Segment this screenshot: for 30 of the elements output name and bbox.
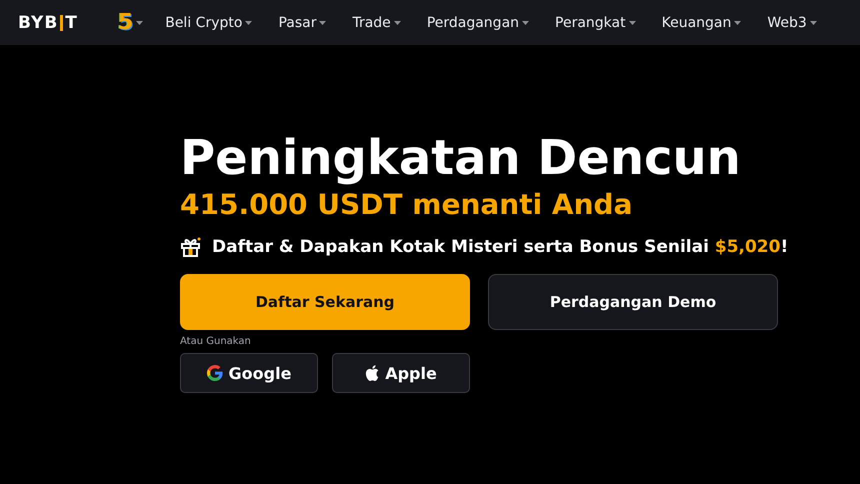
caret-icon [319,20,326,24]
alternative-login-label: Atau Gunakan [180,336,251,347]
logo-text: T [65,12,78,32]
nav-menu-item[interactable]: Pasar [278,14,326,30]
anniversary-badge[interactable]: 5 [118,10,134,35]
nav-menu-item[interactable]: Perdagangan [426,14,530,30]
logo-bar-icon [60,14,64,30]
caret-icon [394,20,401,24]
caret-icon [136,20,144,24]
demo-trading-button[interactable]: Perdagangan Demo [488,274,778,330]
caret-icon [734,20,742,24]
caret-icon [522,20,530,24]
register-button[interactable]: Daftar Sekarang [180,274,470,330]
google-login-button[interactable]: Google [180,353,318,393]
nav-menu-item[interactable]: Perangkat [555,14,636,30]
nav-menu-item[interactable]: Keuangan [662,14,742,30]
nav-menu-item[interactable]: Trade [352,14,401,30]
nav-menu-item[interactable]: Beli Crypto [165,14,252,30]
caret-icon [810,20,817,24]
caret-icon [245,20,252,24]
hero-subtitle: 415.000 USDT menanti Anda [180,187,634,223]
google-icon [206,365,223,381]
hero-title: Peningkatan Dencun [180,130,742,186]
caret-icon [628,20,636,24]
logo-text: BYB [18,12,58,32]
bonus-text: Daftar & Dapakan Kotak Misteri serta Bonus Senilai $5,020! [212,237,788,257]
nav-menu-item[interactable]: Web3 [767,14,817,30]
apple-login-button[interactable]: Apple [332,353,470,393]
apple-icon [365,365,380,381]
gift-icon [180,236,202,258]
